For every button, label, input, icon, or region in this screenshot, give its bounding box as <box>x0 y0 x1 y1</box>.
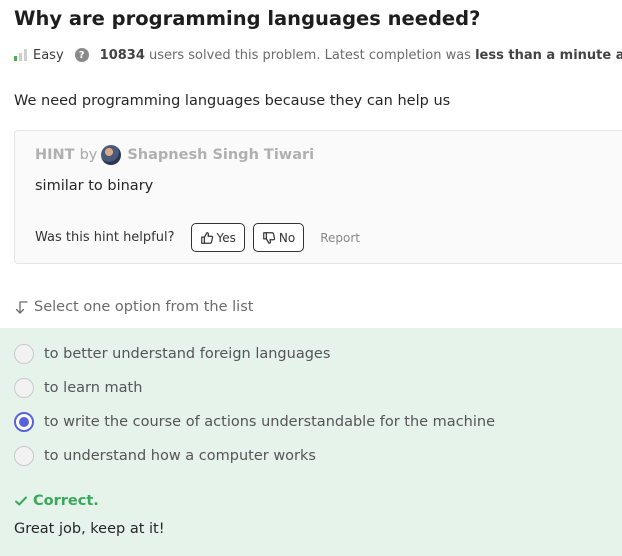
radio-button-selected[interactable] <box>14 412 34 432</box>
difficulty-label: Easy <box>33 47 64 63</box>
select-instruction-text: Select one option from the list <box>34 299 254 315</box>
yes-button[interactable]: Yes <box>190 223 245 252</box>
problem-title: Why are programming languages needed? <box>14 7 481 30</box>
latest-completion: less than a minute ago <box>475 47 622 63</box>
solved-text: users solved this problem. Latest comple… <box>144 47 476 63</box>
radio-button[interactable] <box>14 446 34 466</box>
yes-label: Yes <box>216 230 236 245</box>
thumbs-down-icon <box>263 231 276 244</box>
option-1[interactable]: to better understand foreign languages <box>14 344 330 364</box>
hint-by: by <box>79 147 98 163</box>
option-2[interactable]: to learn math <box>14 378 142 398</box>
difficulty-bars-icon <box>14 49 27 61</box>
select-instruction: Select one option from the list <box>14 299 253 315</box>
no-button[interactable]: No <box>252 223 305 252</box>
report-link[interactable]: Report <box>320 231 360 245</box>
hint-helpful-question: Was this hint helpful? <box>35 230 175 245</box>
option-label: to understand how a computer works <box>44 448 316 464</box>
arrow-down-turn-icon <box>15 301 28 314</box>
hint-label: HINT <box>35 147 75 163</box>
hint-text: similar to binary <box>35 178 154 194</box>
result-message: Great job, keep at it! <box>14 521 165 537</box>
check-icon <box>15 496 27 506</box>
result-title: Correct. <box>33 493 99 509</box>
solved-count: 10834 <box>99 47 145 63</box>
avatar[interactable] <box>101 145 122 165</box>
thumbs-up-icon <box>200 231 213 244</box>
no-label: No <box>278 230 296 245</box>
option-4[interactable]: to understand how a computer works <box>14 446 316 466</box>
option-label: to better understand foreign languages <box>44 346 331 362</box>
option-label: to learn math <box>44 380 143 396</box>
hint-author[interactable]: Shapnesh Singh Tiwari <box>127 147 314 163</box>
question-circle-icon[interactable]: ? <box>74 48 89 62</box>
result-status: Correct. <box>14 493 99 509</box>
answer-area: to better understand foreign languages t… <box>0 328 622 556</box>
radio-button[interactable] <box>14 378 34 398</box>
problem-description: We need programming languages because th… <box>14 93 451 109</box>
hint-feedback: Was this hint helpful? Yes No Report <box>35 223 360 252</box>
option-3[interactable]: to write the course of actions understan… <box>14 412 495 432</box>
hint-card: HINT by Shapnesh Singh Tiwari similar to… <box>14 130 622 264</box>
option-label: to write the course of actions understan… <box>44 414 495 430</box>
radio-button[interactable] <box>14 344 34 364</box>
problem-meta: Easy ? 10834 users solved this problem. … <box>14 46 622 64</box>
hint-header: HINT by Shapnesh Singh Tiwari <box>35 145 314 165</box>
